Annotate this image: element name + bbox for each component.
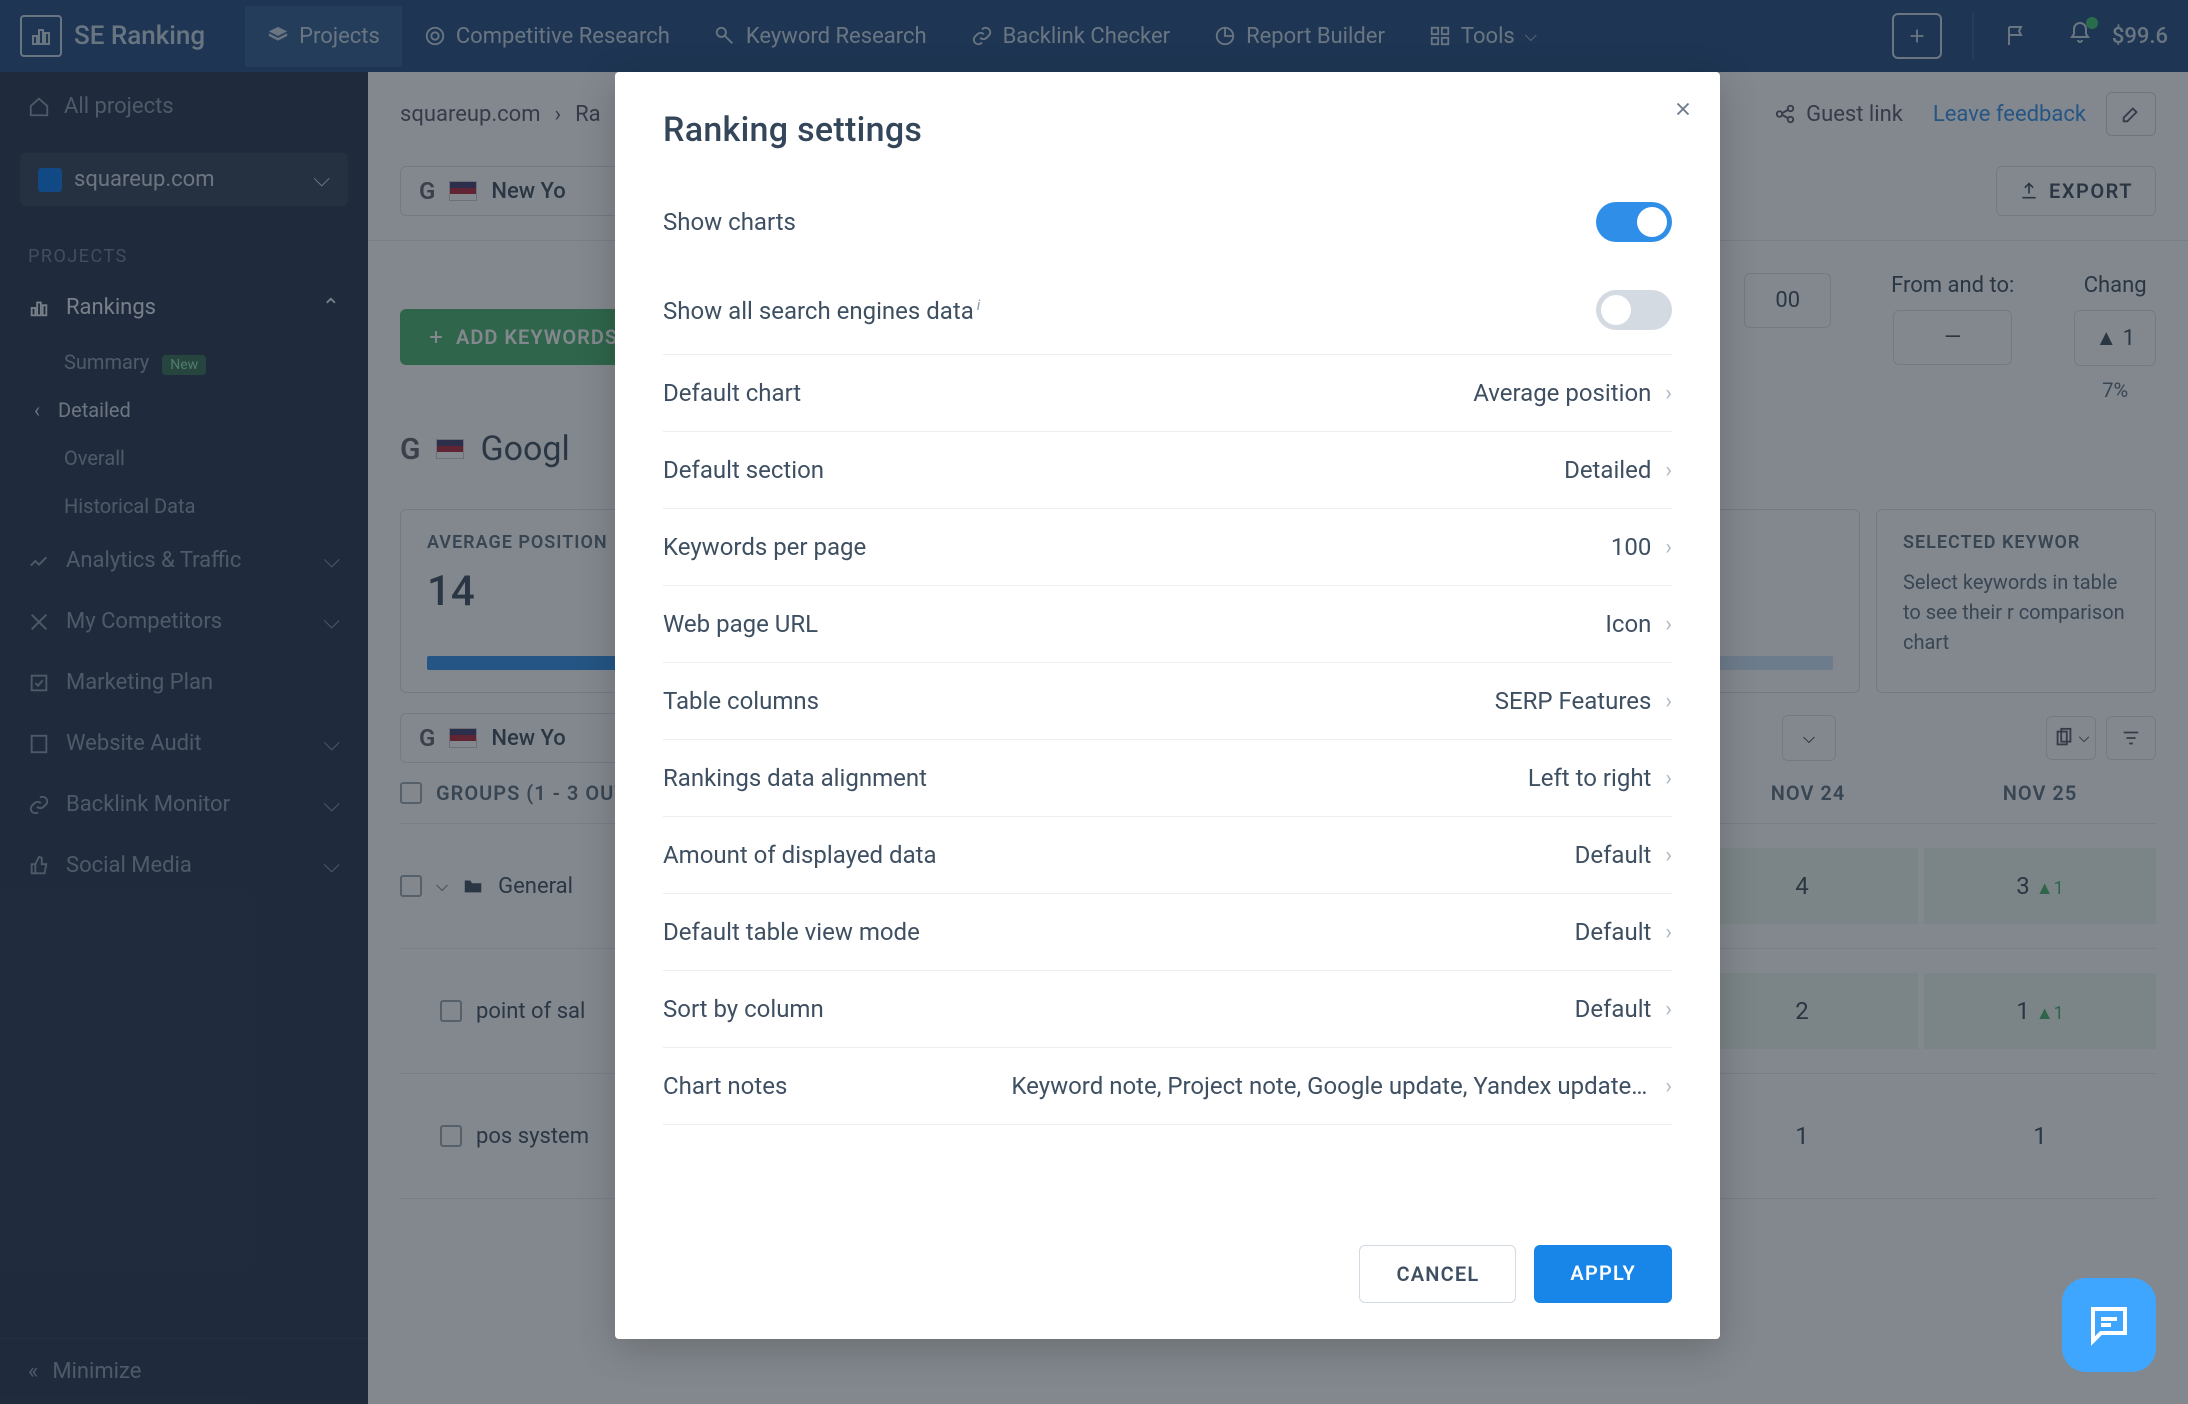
- ranking-settings-modal: Ranking settings Show charts Show all se…: [615, 72, 1720, 1339]
- setting-keywords-per-page[interactable]: Keywords per page 100›: [663, 509, 1672, 586]
- setting-alignment[interactable]: Rankings data alignment Left to right›: [663, 740, 1672, 817]
- close-icon: [1672, 98, 1694, 120]
- setting-default-section[interactable]: Default section Detailed›: [663, 432, 1672, 509]
- setting-show-all-se-label: Show all search engines datai: [663, 296, 980, 325]
- chat-widget[interactable]: [2062, 1278, 2156, 1372]
- setting-chart-notes[interactable]: Chart notes Keyword note, Project note, …: [663, 1048, 1672, 1125]
- show-all-se-toggle[interactable]: [1596, 290, 1672, 330]
- chevron-right-icon: ›: [1665, 458, 1672, 483]
- chevron-right-icon: ›: [1665, 535, 1672, 560]
- setting-default-chart[interactable]: Default chart Average position›: [663, 355, 1672, 432]
- setting-view-mode[interactable]: Default table view mode Default›: [663, 894, 1672, 971]
- close-button[interactable]: [1672, 94, 1694, 127]
- setting-table-columns[interactable]: Table columns SERP Features›: [663, 663, 1672, 740]
- cancel-button[interactable]: CANCEL: [1359, 1245, 1516, 1303]
- setting-web-page-url[interactable]: Web page URL Icon›: [663, 586, 1672, 663]
- setting-amount-displayed[interactable]: Amount of displayed data Default›: [663, 817, 1672, 894]
- setting-sort-column[interactable]: Sort by column Default›: [663, 971, 1672, 1048]
- chat-icon: [2085, 1301, 2133, 1349]
- chevron-right-icon: ›: [1665, 381, 1672, 406]
- show-charts-toggle[interactable]: [1596, 202, 1672, 242]
- chevron-right-icon: ›: [1665, 689, 1672, 714]
- chevron-right-icon: ›: [1665, 997, 1672, 1022]
- setting-show-charts-label: Show charts: [663, 208, 796, 236]
- chevron-right-icon: ›: [1665, 843, 1672, 868]
- apply-button[interactable]: APPLY: [1534, 1245, 1672, 1303]
- chevron-right-icon: ›: [1665, 1074, 1672, 1099]
- info-icon[interactable]: i: [977, 296, 981, 314]
- chevron-right-icon: ›: [1665, 612, 1672, 637]
- modal-title: Ranking settings: [663, 110, 1672, 150]
- chevron-right-icon: ›: [1665, 766, 1672, 791]
- chevron-right-icon: ›: [1665, 920, 1672, 945]
